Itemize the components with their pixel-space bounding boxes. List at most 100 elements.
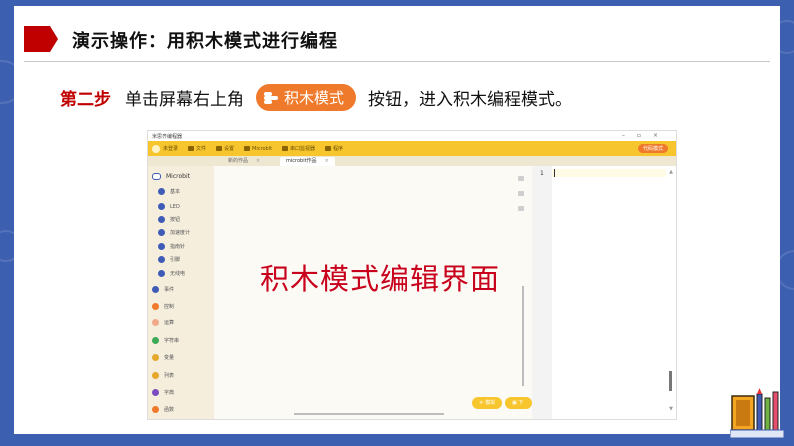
code-mode-button[interactable]: 代码模式 (637, 144, 668, 153)
workspace-vertical-scrollbar[interactable] (522, 286, 524, 386)
category-icon (158, 256, 165, 263)
category-icon (152, 389, 159, 396)
board-icon (244, 146, 251, 151)
sidebar-item[interactable]: 变量 (152, 354, 174, 361)
program-icon (325, 146, 332, 151)
toolbar-settings[interactable]: 设置 (216, 145, 234, 152)
sidebar-item[interactable]: 控制 (152, 303, 174, 310)
code-scrollbar[interactable] (669, 371, 672, 391)
sidebar-item-label: 控制 (164, 304, 175, 310)
close-icon[interactable]: × (256, 158, 260, 164)
workspace-overlay-text: 积木模式编辑界面 (260, 262, 501, 296)
sidebar-board-header[interactable]: Microbit (152, 173, 190, 180)
toolbar-serial-label: 串口监视器 (290, 146, 316, 152)
sidebar-item-label: 字典 (164, 390, 175, 396)
microbit-icon (152, 173, 161, 180)
close-icon[interactable]: × (325, 158, 329, 164)
user-icon (152, 144, 160, 153)
redo-icon[interactable] (518, 191, 524, 196)
category-icon (158, 188, 165, 195)
category-icon (152, 319, 159, 326)
block-category-sidebar: Microbit 基本 LED 按钮加速度计指南针引脚无线电事件控制运算字符串变量列… (148, 166, 214, 419)
title-divider (24, 61, 770, 62)
window-title: 米思齐编程器 (152, 133, 183, 140)
tab-microbit-project[interactable]: microbit作品 × (280, 157, 335, 166)
tab-new-project[interactable]: 新的作品 × (222, 157, 266, 166)
sidebar-item-label: 变量 (164, 355, 175, 361)
sidebar-item[interactable]: 无线电 (158, 270, 185, 277)
title-flag-icon (24, 26, 58, 52)
sidebar-item[interactable]: 事件 (152, 286, 174, 293)
sidebar-item[interactable]: LED (158, 203, 180, 210)
sidebar-item-label: 函数 (164, 407, 175, 413)
sidebar-board-header-label: Microbit (166, 173, 190, 180)
trash-icon[interactable] (518, 206, 524, 211)
step-label: 第二步 (60, 90, 111, 110)
app-screenshot: 米思齐编程器 –▫× 未登录 文件 设置 Microbit 串口监视器 程序 代… (147, 130, 677, 420)
sidebar-item[interactable]: 函数 (152, 406, 174, 413)
slide: 演示操作：用积木模式进行编程 第二步 单击屏幕右上角 积木模式 按钮，进入积木编… (14, 6, 784, 438)
category-icon (152, 337, 159, 344)
block-workspace[interactable]: 积木模式编辑界面 ☀ 模拟 ▣ 下载 (214, 166, 532, 419)
toolbar-settings-label: 设置 (224, 146, 235, 152)
line-gutter (532, 166, 552, 419)
block-mode-badge-label: 积木模式 (284, 89, 345, 107)
text-cursor (554, 169, 555, 177)
category-icon (152, 372, 159, 379)
category-icon (152, 286, 159, 293)
window-controls[interactable]: –▫× (622, 132, 670, 139)
category-icon (152, 406, 159, 413)
scroll-down-icon[interactable]: ▼ (669, 406, 673, 412)
simulate-button[interactable]: ☀ 模拟 (472, 397, 503, 409)
toolbar-board[interactable]: Microbit (244, 146, 272, 152)
category-icon (158, 203, 165, 210)
step-text-after: 按钮，进入积木编程模式。 (368, 90, 573, 110)
sidebar-item[interactable]: 字典 (152, 389, 174, 396)
monitor-icon (282, 146, 289, 151)
window-titlebar: 米思齐编程器 –▫× (148, 131, 676, 141)
sidebar-item-label: 引脚 (170, 257, 181, 263)
sidebar-item[interactable]: 指南针 (158, 243, 185, 250)
sidebar-item-label: 基本 (170, 189, 181, 195)
category-icon (158, 216, 165, 223)
sidebar-item[interactable]: 引脚 (158, 256, 180, 263)
toolbar-file-label: 文件 (196, 146, 207, 152)
gear-icon (216, 146, 223, 151)
sidebar-item[interactable]: 加速度计 (158, 229, 190, 236)
blocks-icon (264, 91, 278, 104)
sidebar-item[interactable]: 按钮 (158, 216, 180, 223)
category-icon (158, 229, 165, 236)
step-text-before: 单击屏幕右上角 (125, 90, 244, 110)
file-icon (188, 146, 195, 151)
category-icon (152, 354, 159, 361)
toolbar-user[interactable]: 未登录 (152, 144, 178, 153)
category-icon (158, 243, 165, 250)
sidebar-item-label: 按钮 (170, 217, 181, 223)
sidebar-item[interactable]: 运算 (152, 319, 174, 326)
sidebar-item-label: 指南针 (170, 244, 186, 250)
workspace-tools (518, 176, 526, 221)
category-icon (158, 270, 165, 277)
toolbar-serial[interactable]: 串口监视器 (282, 145, 315, 152)
category-icon (152, 303, 159, 310)
scroll-up-icon[interactable]: ▲ (669, 169, 673, 175)
sidebar-item-label: 加速度计 (170, 230, 191, 236)
toolbar-board-label: Microbit (252, 145, 273, 152)
active-line-highlight (552, 169, 666, 177)
stationery-icon (730, 388, 784, 438)
slide-title: 演示操作：用积木模式进行编程 (72, 31, 338, 52)
code-editor[interactable]: 1 ▲ ▼ (532, 166, 676, 419)
sidebar-item-label: 字符串 (164, 338, 180, 344)
upload-button-label: 下载 (512, 400, 524, 418)
upload-button[interactable]: ▣ 下载 (505, 397, 532, 418)
toolbar-file[interactable]: 文件 (188, 145, 206, 152)
sidebar-item[interactable]: 列表 (152, 372, 174, 379)
sidebar-item-label: 无线电 (170, 271, 186, 277)
sidebar-item-label: 事件 (164, 287, 175, 293)
tab-new-project-label: 新的作品 (228, 158, 249, 164)
toolbar-program[interactable]: 程序 (325, 145, 343, 152)
sidebar-item[interactable]: 字符串 (152, 337, 179, 344)
undo-icon[interactable] (518, 176, 524, 181)
sidebar-item[interactable]: 基本 (158, 188, 180, 195)
workspace-horizontal-scrollbar[interactable] (294, 413, 444, 415)
